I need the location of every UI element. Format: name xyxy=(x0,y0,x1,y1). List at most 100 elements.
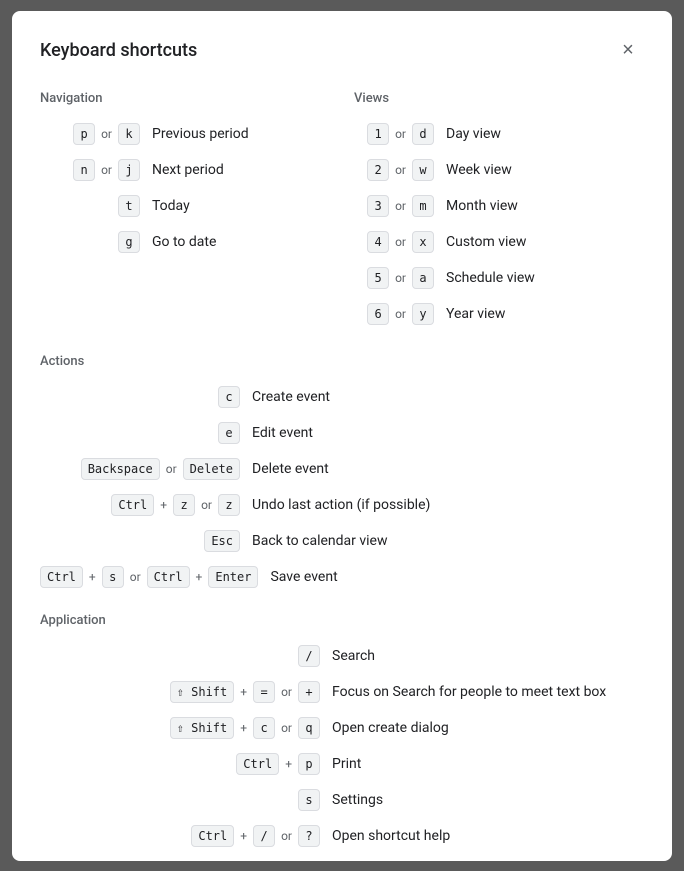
shortcut-row: Ctrl + z or z Undo last action (if possi… xyxy=(40,489,644,521)
separator: or xyxy=(201,498,212,512)
key-j: j xyxy=(118,159,140,181)
shortcut-desc: Back to calendar view xyxy=(252,533,644,549)
shortcut-desc: Create event xyxy=(252,389,644,405)
key-z2: z xyxy=(218,494,240,516)
keys-area: Ctrl + s or Ctrl + Enter xyxy=(40,566,258,588)
keys-area: n or j xyxy=(40,159,140,181)
separator: or xyxy=(395,235,406,249)
key-a: a xyxy=(412,267,434,289)
keys-area: Ctrl + / or ? xyxy=(40,825,320,847)
application-section: Application / Search ⇧ Shift + = or + Fo… xyxy=(40,613,644,861)
shortcut-desc: Print xyxy=(332,756,644,772)
shortcut-row: 1 or d Day view xyxy=(354,118,644,150)
key-5: 5 xyxy=(367,267,389,289)
keys-area: t xyxy=(40,195,140,217)
key-ctrl: Ctrl xyxy=(111,494,154,516)
plus-separator2: + xyxy=(196,570,203,584)
key-k: k xyxy=(118,123,140,145)
key-t: t xyxy=(118,195,140,217)
keys-area: p or k xyxy=(40,123,140,145)
keyboard-shortcuts-modal: Keyboard shortcuts × Navigation p or k P… xyxy=(12,11,672,861)
close-button[interactable]: × xyxy=(612,35,644,67)
key-backspace: Backspace xyxy=(81,458,160,480)
shortcut-row: c Create event xyxy=(40,381,644,413)
shortcut-desc: Go to date xyxy=(152,234,330,250)
shortcut-row: / Search xyxy=(40,640,644,672)
shortcut-row: Ctrl + / or ? Open shortcut help xyxy=(40,820,644,852)
key-s: s xyxy=(102,566,124,588)
keys-area: c xyxy=(40,386,240,408)
key-x: x xyxy=(412,231,434,253)
shortcut-desc: Delete event xyxy=(252,461,644,477)
key-g: g xyxy=(118,231,140,253)
shortcut-desc: Year view xyxy=(446,306,644,322)
views-section: Views 1 or d Day view 2 or w Week view xyxy=(354,87,644,334)
separator: or xyxy=(395,271,406,285)
shortcut-row: 5 or a Schedule view xyxy=(354,262,644,294)
keys-area: ⇧ Shift + c or q xyxy=(40,717,320,739)
key-c: c xyxy=(253,717,275,739)
modal-header: Keyboard shortcuts × xyxy=(40,35,644,67)
separator: or xyxy=(130,570,141,584)
separator: or xyxy=(281,721,292,735)
key-s: s xyxy=(298,789,320,811)
key-ctrl2: Ctrl xyxy=(147,566,190,588)
key-p: p xyxy=(298,753,320,775)
plus-separator: + xyxy=(160,498,167,512)
plus-separator: + xyxy=(285,757,292,771)
key-slash: / xyxy=(253,825,275,847)
shortcut-desc: Save event xyxy=(270,569,644,585)
application-title: Application xyxy=(40,613,644,628)
key-shift: ⇧ Shift xyxy=(170,681,235,703)
keys-area: 2 or w xyxy=(354,159,434,181)
shortcut-row: 2 or w Week view xyxy=(354,154,644,186)
shortcut-desc: Undo last action (if possible) xyxy=(252,497,644,513)
shortcut-row: 4 or x Custom view xyxy=(354,226,644,258)
actions-title: Actions xyxy=(40,354,644,369)
keys-area: / xyxy=(40,645,320,667)
shortcut-row: s Settings xyxy=(40,784,644,816)
keys-area: 5 or a xyxy=(354,267,434,289)
key-ctrl: Ctrl xyxy=(40,566,83,588)
actions-section: Actions c Create event e Edit event Back… xyxy=(40,354,644,593)
shortcut-desc: Day view xyxy=(446,126,644,142)
modal-title: Keyboard shortcuts xyxy=(40,40,197,61)
plus-separator: + xyxy=(240,829,247,843)
separator: or xyxy=(395,127,406,141)
key-delete: Delete xyxy=(183,458,240,480)
nav-views-columns: Navigation p or k Previous period n or j… xyxy=(40,87,644,334)
plus-separator: + xyxy=(240,685,247,699)
shortcut-row: Backspace or Delete Delete event xyxy=(40,453,644,485)
key-slash: / xyxy=(298,645,320,667)
shortcut-desc: Previous period xyxy=(152,126,330,142)
shortcut-desc: Schedule view xyxy=(446,270,644,286)
key-c: c xyxy=(218,386,240,408)
separator: or xyxy=(395,163,406,177)
shortcut-row: Ctrl + s or Ctrl + Enter Save event xyxy=(40,561,644,593)
navigation-title: Navigation xyxy=(40,91,330,106)
shortcut-desc: Today xyxy=(152,198,330,214)
keys-area: 1 or d xyxy=(354,123,434,145)
shortcut-desc: Settings xyxy=(332,792,644,808)
keys-area: s xyxy=(40,789,320,811)
shortcut-row: ⇧ Shift + c or q Open create dialog xyxy=(40,712,644,744)
separator: or xyxy=(166,462,177,476)
keys-area: 3 or m xyxy=(354,195,434,217)
shortcut-row: n or j Next period xyxy=(40,154,330,186)
shortcut-desc: Custom view xyxy=(446,234,644,250)
shortcut-desc: Open shortcut help xyxy=(332,828,644,844)
key-equals: = xyxy=(253,681,275,703)
shortcut-row: g Go to date xyxy=(40,226,330,258)
shortcut-desc: Week view xyxy=(446,162,644,178)
key-n: n xyxy=(73,159,95,181)
key-esc: Esc xyxy=(204,530,240,552)
separator: or xyxy=(281,685,292,699)
key-enter: Enter xyxy=(208,566,258,588)
separator: or xyxy=(395,307,406,321)
key-d: d xyxy=(412,123,434,145)
shortcut-desc: Focus on Search for people to meet text … xyxy=(332,684,644,700)
keys-area: 4 or x xyxy=(354,231,434,253)
key-shift: ⇧ Shift xyxy=(170,717,235,739)
shortcut-row: Alt + Ctrl + . Jump to side panel xyxy=(40,856,644,861)
plus-separator: + xyxy=(240,721,247,735)
